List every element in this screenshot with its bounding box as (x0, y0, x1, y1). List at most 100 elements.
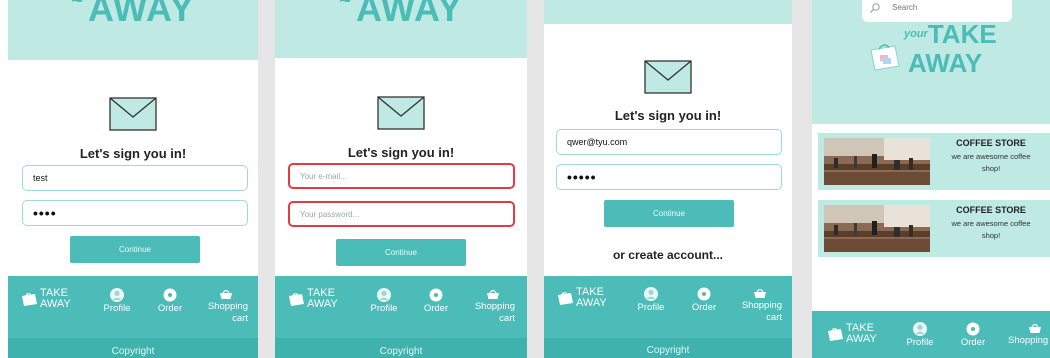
signin-screen-filled: ~AWAY Let's sign you in! Continue TAKEAW… (8, 0, 258, 358)
nav-logo[interactable]: TAKE AWAY (287, 288, 338, 310)
basket-icon (1029, 323, 1041, 333)
panel-separator (527, 0, 544, 358)
nav-logo-line2: AWAY (576, 297, 607, 309)
nav-profile-label: Profile (370, 303, 398, 314)
store-photo (824, 205, 930, 252)
header-band: ~ AWAY (275, 0, 527, 58)
envelope-icon (644, 60, 692, 94)
bag-logo-icon (870, 44, 900, 71)
store-description: we are awesome coffee shop! (936, 151, 1046, 175)
nav-cart-label-2: cart (766, 312, 782, 323)
nav-profile[interactable]: Profile (100, 288, 134, 315)
header-logo: ~ AWAY (71, 0, 195, 29)
basket-icon (487, 289, 499, 299)
password-field[interactable] (288, 201, 515, 227)
bag-logo-icon (828, 327, 843, 341)
envelope-icon (109, 97, 157, 131)
store-photo (824, 138, 930, 185)
nav-profile[interactable]: Profile (367, 288, 401, 315)
signin-heading: Let's sign you in! (347, 145, 455, 160)
header-band: yourTAKE AWAY (812, 0, 1050, 124)
nav-order[interactable]: Order (419, 288, 453, 315)
bag-logo-icon (558, 291, 573, 305)
logo-line2: AWAY (908, 48, 983, 78)
record-icon (697, 287, 711, 301)
nav-profile-label: Profile (103, 303, 131, 314)
person-icon (913, 322, 927, 336)
nav-order-label: Order (691, 302, 717, 313)
copyright-bar: Copyright (8, 338, 258, 358)
signin-screen-valid: Let's sign you in! Continue or create ac… (544, 0, 792, 358)
nav-cart-label-1: Shopping (207, 301, 248, 312)
person-icon (110, 288, 124, 302)
nav-logo-line2: AWAY (307, 298, 338, 310)
logo-your: your (904, 28, 928, 40)
nav-logo[interactable]: TAKE AWAY (20, 288, 71, 310)
record-icon (966, 322, 980, 336)
nav-cart-label-2: cart (499, 313, 515, 324)
signin-heading: Let's sign you in! (79, 146, 187, 161)
nav-order[interactable]: Order (153, 288, 187, 315)
nav-order[interactable]: Order (687, 287, 721, 314)
nav-profile[interactable]: Profile (634, 287, 668, 314)
nav-profile-label: Profile (906, 337, 934, 348)
nav-cart-label-1: Shopping (474, 301, 515, 312)
signin-screen-errors: ~AWAY Let's sign you in! Continue TAKEAW… (275, 0, 527, 358)
store-desc-line2: shop! (981, 164, 1001, 173)
email-field[interactable] (556, 129, 782, 155)
continue-button[interactable]: Continue (604, 200, 734, 227)
nav-logo[interactable]: TAKE AWAY (826, 323, 877, 345)
create-account-link[interactable]: or create account... (544, 248, 792, 262)
header-band (544, 0, 792, 24)
bottom-nav: TAKE AWAY Profile Order Shopping cart (275, 276, 527, 338)
nav-logo-line2: AWAY (846, 333, 877, 345)
nav-order-label: Order (157, 303, 183, 314)
copyright-bar: Copyright (275, 338, 527, 358)
envelope-icon (377, 96, 425, 130)
password-field[interactable] (22, 200, 248, 226)
continue-button[interactable]: Continue (70, 236, 200, 263)
logo-line1: TAKE (927, 19, 997, 49)
copyright-bar: Copyright (544, 338, 792, 358)
nav-cart-label-2: cart (232, 313, 248, 324)
email-field[interactable] (288, 163, 515, 189)
nav-logo-line2: AWAY (40, 298, 71, 310)
nav-cart[interactable]: Shopping cart (738, 287, 782, 324)
bag-logo-icon (289, 292, 304, 306)
nav-profile[interactable]: Profile (903, 322, 937, 349)
store-title: COFFEE STORE (956, 205, 1026, 215)
nav-cart[interactable]: Shopping cart (471, 288, 515, 325)
nav-profile-label: Profile (637, 302, 665, 313)
nav-logo[interactable]: TAKE AWAY (556, 287, 607, 309)
store-card[interactable]: COFFEE STORE we are awesome coffee shop! (818, 133, 1050, 190)
nav-cart[interactable]: Shopping (1008, 322, 1050, 347)
person-icon (377, 288, 391, 302)
email-field[interactable] (22, 165, 248, 191)
magnifier-icon (870, 3, 880, 13)
signin-heading: Let's sign you in! (614, 108, 722, 123)
bag-logo-icon (22, 292, 37, 306)
nav-cart-label-1: Shopping (741, 300, 782, 311)
panel-separator (792, 0, 812, 358)
basket-icon (220, 289, 232, 299)
store-desc-line1: we are awesome coffee (951, 219, 1031, 228)
bottom-nav: TAKE AWAY Profile Order Shopping cart (8, 276, 258, 338)
password-field[interactable] (556, 164, 782, 190)
store-title: COFFEE STORE (956, 138, 1026, 148)
store-desc-line2: shop! (981, 231, 1001, 240)
nav-cart[interactable]: Shopping cart (204, 288, 248, 325)
home-screen: yourTAKE AWAY COFFEE STORE we are awesom… (812, 0, 1050, 358)
continue-button[interactable]: Continue (336, 239, 466, 266)
store-card[interactable]: COFFEE STORE we are awesome coffee shop! (818, 200, 1050, 257)
nav-cart-label-1: Shopping (1008, 335, 1049, 346)
basket-icon (754, 288, 766, 298)
store-desc-line1: we are awesome coffee (951, 152, 1031, 161)
nav-order-label: Order (423, 303, 449, 314)
nav-order-label: Order (960, 337, 986, 348)
record-icon (429, 288, 443, 302)
bottom-nav: TAKE AWAY Profile Order Shopping cart (544, 276, 792, 338)
brand-logo: yourTAKE AWAY (868, 19, 997, 78)
header-logo: ~ AWAY (339, 0, 463, 29)
nav-order[interactable]: Order (956, 322, 990, 349)
record-icon (163, 288, 177, 302)
